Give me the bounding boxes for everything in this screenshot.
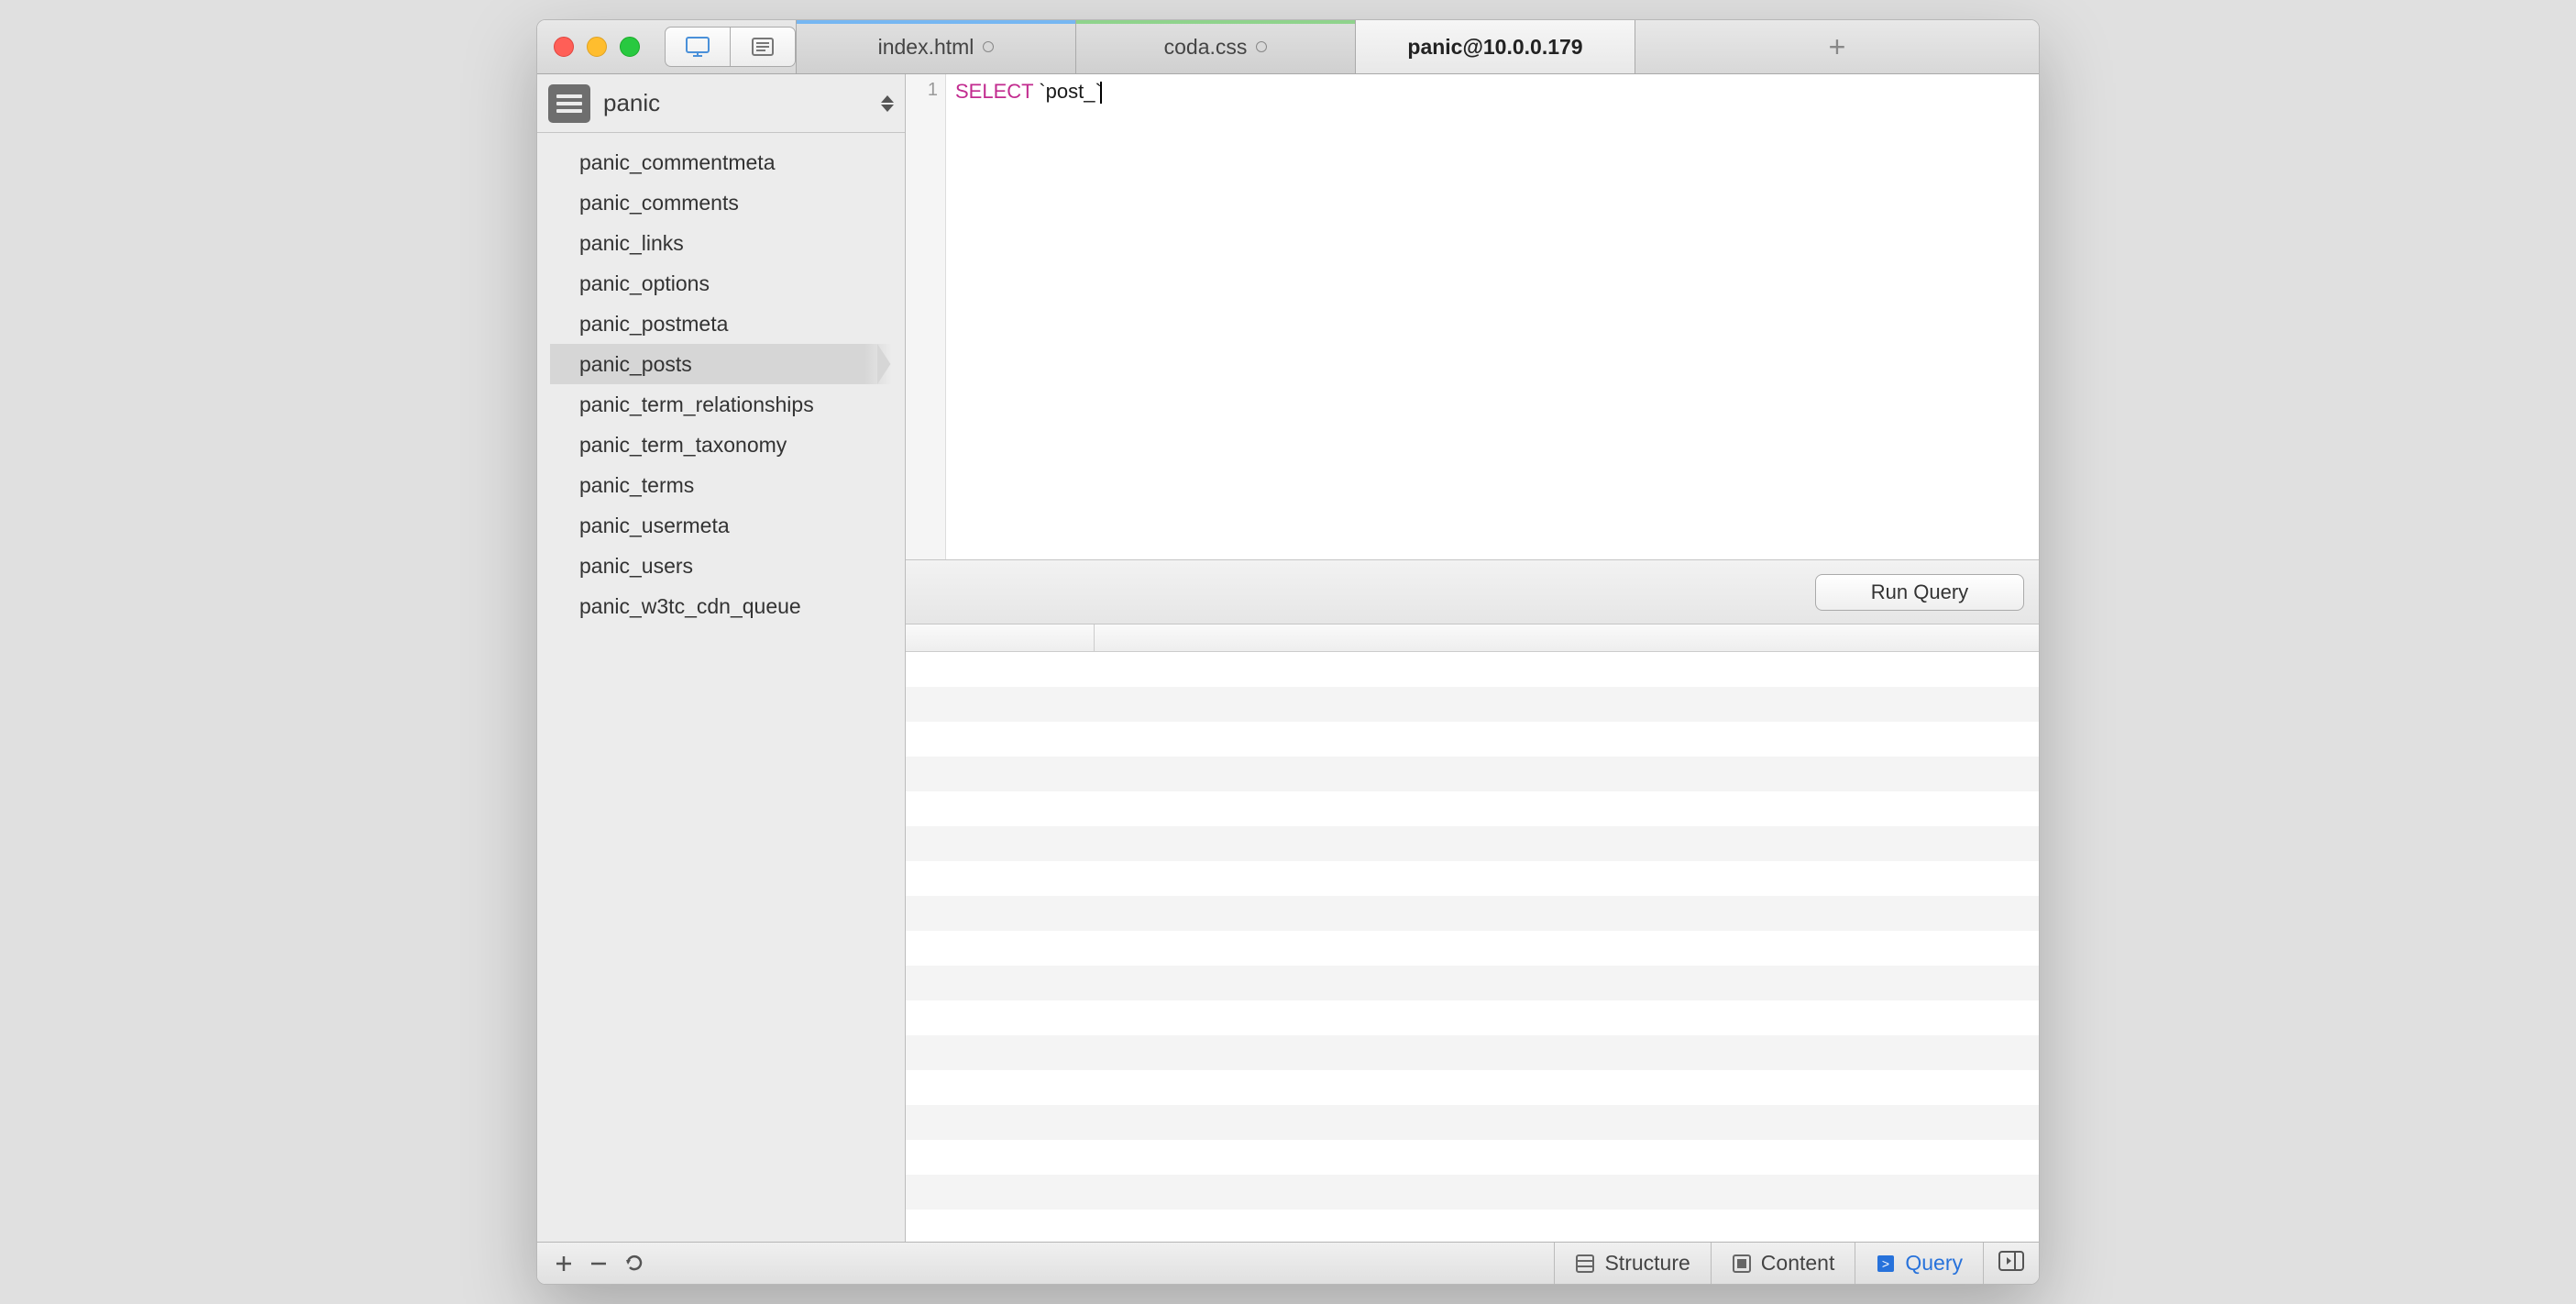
plus-icon: +	[1829, 30, 1846, 64]
view-mode-preview-button[interactable]	[665, 27, 731, 67]
table-row[interactable]: panic_postmeta	[550, 304, 892, 344]
tab-color-bar	[797, 20, 1075, 24]
result-row	[906, 1035, 2039, 1070]
refresh-button[interactable]	[625, 1251, 644, 1276]
result-row	[906, 861, 2039, 896]
result-row	[906, 1000, 2039, 1035]
table-row[interactable]: panic_term_relationships	[550, 384, 892, 425]
monitor-icon	[686, 37, 710, 57]
database-name: panic	[603, 89, 868, 117]
svg-text:>: >	[1882, 1256, 1889, 1271]
sql-text: `post_`	[1033, 80, 1102, 103]
database-selector[interactable]: panic	[537, 74, 905, 133]
results-rows	[906, 652, 2039, 1242]
footer-tab-label: Content	[1761, 1251, 1835, 1276]
footer-tab-label: Query	[1905, 1251, 1963, 1276]
footer-right	[1984, 1251, 2039, 1276]
code-area[interactable]: SELECT `post_`	[946, 74, 2039, 559]
sql-editor[interactable]: 1 SELECT `post_`	[906, 74, 2039, 560]
result-row	[906, 826, 2039, 861]
refresh-icon	[625, 1254, 644, 1272]
tab-label: coda.css	[1164, 35, 1248, 60]
query-icon: >	[1876, 1254, 1896, 1274]
tab-coda-css[interactable]: coda.css	[1075, 20, 1355, 73]
table-row[interactable]: panic_posts	[550, 344, 892, 384]
table-row[interactable]: panic_terms	[550, 465, 892, 505]
results-pane	[906, 624, 2039, 1242]
table-row[interactable]: panic_comments	[550, 182, 892, 223]
result-row	[906, 687, 2039, 722]
footer-left-controls	[537, 1251, 662, 1276]
result-row	[906, 966, 2039, 1000]
result-row	[906, 757, 2039, 791]
toggle-panel-button[interactable]	[1998, 1251, 2024, 1276]
result-row	[906, 1140, 2039, 1175]
structure-icon	[1575, 1254, 1595, 1274]
line-gutter: 1	[906, 74, 946, 559]
table-row[interactable]: panic_usermeta	[550, 505, 892, 546]
text-cursor	[1100, 82, 1102, 104]
result-row	[906, 1105, 2039, 1140]
remove-button[interactable]	[590, 1251, 607, 1276]
table-row[interactable]: panic_w3tc_cdn_queue	[550, 586, 892, 626]
zoom-window-button[interactable]	[620, 37, 640, 57]
tab-color-bar	[1076, 20, 1355, 24]
footer-tab-query[interactable]: > Query	[1855, 1243, 1984, 1284]
footer-view-tabs: Structure Content > Query	[1554, 1243, 1984, 1284]
view-mode-toggle	[666, 27, 796, 67]
tab-index-html[interactable]: index.html	[796, 20, 1075, 73]
results-header	[906, 624, 2039, 652]
minimize-window-button[interactable]	[587, 37, 607, 57]
result-row	[906, 722, 2039, 757]
footer-tab-label: Structure	[1604, 1251, 1690, 1276]
tab-label: index.html	[878, 35, 974, 60]
result-row	[906, 1210, 2039, 1242]
stepper-icon	[881, 95, 894, 112]
main-area: 1 SELECT `post_` Run Query	[906, 74, 2039, 1242]
panel-toggle-icon	[1998, 1251, 2024, 1271]
table-row[interactable]: panic_commentmeta	[550, 142, 892, 182]
table-row[interactable]: panic_term_taxonomy	[550, 425, 892, 465]
result-row	[906, 931, 2039, 966]
line-number: 1	[906, 80, 938, 101]
new-tab-button[interactable]: +	[1635, 20, 2039, 73]
traffic-lights	[537, 37, 656, 57]
result-row	[906, 1070, 2039, 1105]
content-icon	[1732, 1254, 1752, 1274]
run-bar: Run Query	[906, 560, 2039, 624]
minus-icon	[590, 1255, 607, 1272]
result-row	[906, 652, 2039, 687]
footer: Structure Content > Query	[537, 1242, 2039, 1284]
result-row	[906, 896, 2039, 931]
document-tabs: index.html coda.css panic@10.0.0.179 +	[796, 20, 2039, 73]
modified-indicator-icon	[983, 41, 994, 52]
modified-indicator-icon	[1256, 41, 1267, 52]
sql-keyword: SELECT	[955, 80, 1033, 103]
body: panic panic_commentmetapanic_commentspan…	[537, 74, 2039, 1242]
document-lines-icon	[751, 38, 775, 56]
result-row	[906, 791, 2039, 826]
table-row[interactable]: panic_users	[550, 546, 892, 586]
sidebar: panic panic_commentmetapanic_commentspan…	[537, 74, 906, 1242]
footer-tab-content[interactable]: Content	[1711, 1243, 1855, 1284]
database-icon	[548, 84, 590, 123]
tab-label: panic@10.0.0.179	[1407, 35, 1582, 60]
table-list: panic_commentmetapanic_commentspanic_lin…	[537, 133, 905, 1242]
app-window: index.html coda.css panic@10.0.0.179 +	[536, 19, 2040, 1285]
close-window-button[interactable]	[554, 37, 574, 57]
run-query-button[interactable]: Run Query	[1815, 574, 2024, 611]
plus-icon	[556, 1255, 572, 1272]
view-mode-code-button[interactable]	[730, 27, 796, 67]
add-button[interactable]	[556, 1251, 572, 1276]
result-row	[906, 1175, 2039, 1210]
table-row[interactable]: panic_links	[550, 223, 892, 263]
footer-tab-structure[interactable]: Structure	[1554, 1243, 1710, 1284]
tab-panic-db[interactable]: panic@10.0.0.179	[1355, 20, 1635, 73]
results-column[interactable]	[906, 624, 1095, 651]
titlebar: index.html coda.css panic@10.0.0.179 +	[537, 20, 2039, 74]
table-row[interactable]: panic_options	[550, 263, 892, 304]
results-column[interactable]	[1095, 624, 2039, 651]
